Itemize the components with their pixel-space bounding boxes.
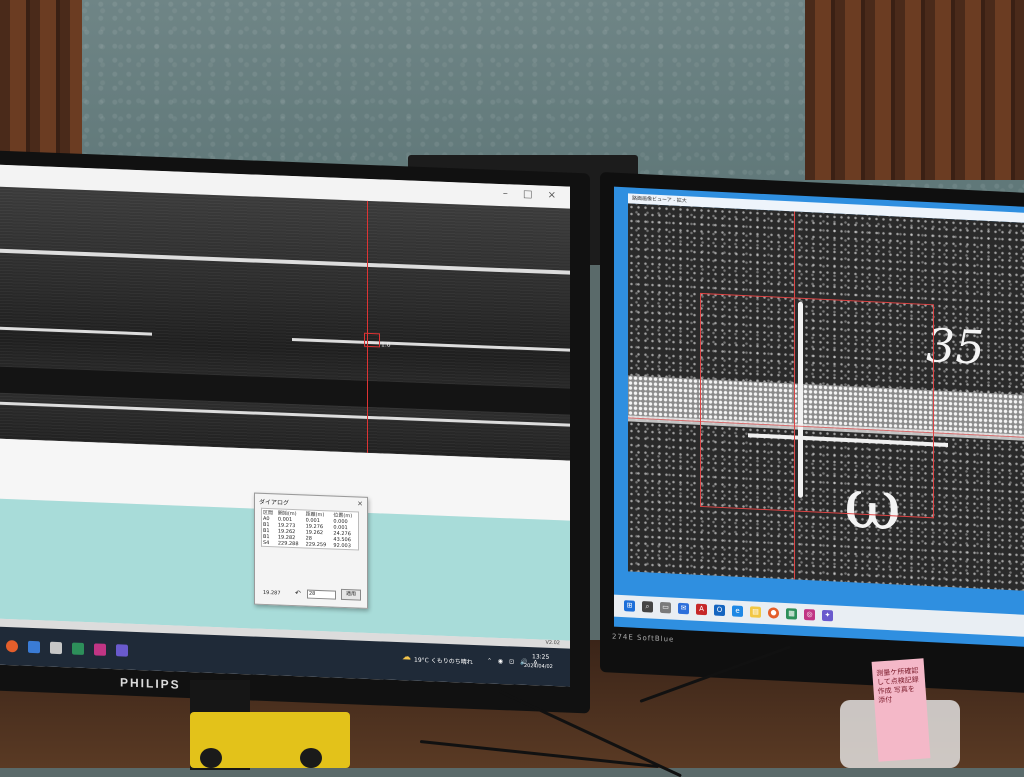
window-shutter-left bbox=[0, 0, 82, 160]
window-shutter-right bbox=[805, 0, 1024, 180]
lane-marking bbox=[292, 337, 570, 352]
explorer-icon[interactable] bbox=[50, 641, 62, 655]
outlook-icon[interactable]: O bbox=[714, 604, 725, 617]
sticky-note-text: 測量ケ所確認して点検記録作成 写真を添付 bbox=[876, 666, 920, 705]
right-screen: 路面画像ビューア - 拡大 35 ω ⊞ ⌕ ▭ ✉ A O e ▤ ● ▦ ◎… bbox=[614, 186, 1024, 648]
tool-icon[interactable]: ✦ bbox=[822, 609, 833, 622]
acrobat-icon[interactable]: A bbox=[696, 603, 707, 616]
window-title: 路面画像ビューア - 拡大 bbox=[632, 195, 687, 205]
weather-text[interactable]: 19°C くもりのち晴れ bbox=[414, 655, 473, 666]
task-view-icon[interactable]: ▭ bbox=[660, 601, 671, 614]
clock-time[interactable]: 13:25 bbox=[532, 653, 549, 661]
table-cell: 92.003 bbox=[333, 542, 351, 550]
window-controls[interactable]: – □ × bbox=[503, 188, 562, 201]
sticky-note: 測量ケ所確認して点検記録作成 写真を添付 bbox=[871, 658, 931, 762]
chrome-icon[interactable]: ● bbox=[768, 607, 779, 619]
crosshair-vertical bbox=[794, 211, 795, 580]
toy-wheel bbox=[200, 748, 222, 768]
selection-box[interactable] bbox=[700, 292, 934, 519]
chalk-number: 35 bbox=[926, 317, 985, 375]
close-icon[interactable]: × bbox=[357, 499, 363, 507]
lane-marking bbox=[0, 326, 152, 336]
selection-box[interactable] bbox=[364, 332, 380, 348]
windows-icon[interactable]: ⊞ bbox=[624, 600, 635, 612]
monitor-brand-logo: PHILIPS bbox=[120, 675, 181, 692]
instagram-icon[interactable]: ◎ bbox=[804, 608, 815, 621]
lane-marking bbox=[0, 248, 570, 275]
folder-icon[interactable]: ▤ bbox=[750, 606, 761, 618]
chrome-icon[interactable] bbox=[6, 639, 18, 653]
left-screen: – □ × 1.0 ダイアログ × 区間 開始(m) 距離(m) 位置(m) A… bbox=[0, 164, 570, 687]
left-monitor: – □ × 1.0 ダイアログ × 区間 開始(m) 距離(m) 位置(m) A… bbox=[0, 150, 590, 714]
zoomed-road-image[interactable]: 35 ω bbox=[628, 203, 1024, 592]
weather-icon[interactable]: ☁ bbox=[402, 652, 411, 662]
measurement-table: 区間 開始(m) 距離(m) 位置(m) A0 0.001 0.001 0.00… bbox=[261, 507, 359, 551]
undo-icon[interactable]: ↶ bbox=[295, 589, 301, 597]
spreadsheet-icon[interactable] bbox=[72, 642, 84, 655]
tool-icon[interactable] bbox=[116, 644, 128, 657]
monitor-model-label: 274E SoftBlue bbox=[612, 632, 675, 644]
distance-input[interactable]: 28 bbox=[307, 589, 336, 600]
apply-button[interactable]: 適用 bbox=[341, 588, 361, 601]
taskbar: ⊞ ⌕ ▭ ✉ A O e ▤ ● ▦ ◎ ✦ bbox=[614, 594, 1024, 638]
cursor-value-label: 1.0 bbox=[381, 341, 391, 349]
dialog-title: ダイアログ bbox=[259, 498, 290, 507]
spreadsheet-icon[interactable]: ▦ bbox=[786, 608, 797, 620]
version-label: V2.02 bbox=[545, 639, 560, 647]
mail-icon[interactable]: ✉ bbox=[678, 602, 689, 615]
search-icon[interactable]: ⌕ bbox=[642, 601, 653, 613]
table-cell: 229.288 bbox=[277, 540, 299, 548]
app-icon[interactable] bbox=[28, 640, 40, 654]
instagram-icon[interactable] bbox=[94, 643, 106, 656]
toy-wheel bbox=[300, 748, 322, 768]
dialog-total-value: 19.287 bbox=[263, 589, 281, 597]
measurement-dialog: ダイアログ × 区間 開始(m) 距離(m) 位置(m) A0 0.001 0.… bbox=[254, 492, 368, 609]
table-cell: S4 bbox=[263, 539, 270, 547]
right-monitor: 路面画像ビューア - 拡大 35 ω ⊞ ⌕ ▭ ✉ A O e ▤ ● ▦ ◎… bbox=[600, 172, 1024, 694]
road-image-view[interactable]: 1.0 bbox=[0, 186, 570, 501]
clock-date[interactable]: 2024/04/02 bbox=[524, 663, 553, 670]
table-cell: 229.259 bbox=[305, 541, 327, 549]
edge-icon[interactable]: e bbox=[732, 605, 743, 617]
